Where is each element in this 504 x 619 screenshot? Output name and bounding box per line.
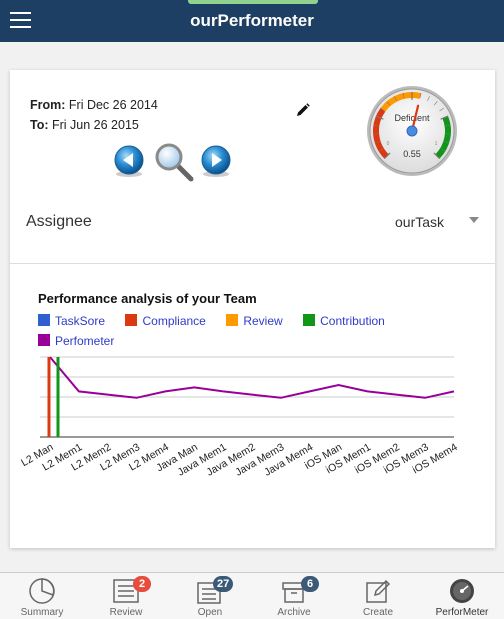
tab-label: Open [197,607,223,618]
tab-label: Summary [20,607,64,618]
tab-review[interactable]: 2 Review [84,573,168,619]
from-date: Fri Dec 26 2014 [68,98,158,112]
legend-item-compliance[interactable]: Compliance [125,314,206,328]
legend-swatch [226,314,239,326]
tab-performeter[interactable]: PerforMeter [420,573,504,619]
pie-chart-icon [29,578,55,604]
gauge-max-label: 1 [435,141,438,147]
tab-archive[interactable]: 6 Archive [252,573,336,619]
review-count-badge: 2 [133,576,151,592]
tab-summary[interactable]: Summary [0,573,84,619]
assignee-select[interactable]: ourTask [395,214,444,230]
open-count-badge: 27 [213,576,234,592]
legend-label: TaskSore [55,314,106,328]
app-header: ourPerformeter [0,0,504,42]
legend-label: Contribution [320,314,385,328]
edit-pencil-icon[interactable] [296,103,310,117]
assignee-label: Assignee [26,213,92,230]
legend-item-review[interactable]: Review [226,314,283,328]
tab-create[interactable]: Create [336,573,420,619]
legend-label: Review [243,314,283,328]
legend-item-tasksore[interactable]: TaskSore [38,314,105,328]
tab-label: Archive [277,607,311,618]
gauge-value: 0.55 [403,149,421,159]
archive-count-badge: 6 [301,576,319,592]
legend-swatch [38,314,50,326]
chart-title: Performance analysis of your Team [38,291,257,306]
to-date: Fri Jun 26 2015 [52,118,139,132]
legend-swatch [303,314,316,326]
gauge-min-label: 0 [387,141,390,147]
previous-period-button[interactable] [111,143,147,179]
card-divider [10,263,495,264]
performance-gauge: Deficient 0 1 0.55 [367,86,457,176]
tab-label: Create [362,607,393,618]
legend-label: Compliance [142,314,206,328]
speedometer-icon [450,579,474,603]
from-label: From: [30,98,66,112]
tab-label: PerforMeter [435,607,489,618]
pencil-square-icon [366,579,391,603]
gauge-label: Deficient [394,113,430,123]
legend-swatch [125,314,138,326]
dashboard-card: From: Fri Dec 26 2014 To: Fri Jun 26 201… [10,70,495,548]
performance-line-chart: L2 ManL2 Mem1L2 Mem2L2 Mem3L2 Mem4Java M… [19,356,460,479]
tab-open[interactable]: 27 Open [168,573,252,619]
app-title: ourPerformeter [190,11,314,30]
tab-label: Review [109,607,143,618]
date-range: From: Fri Dec 26 2014 To: Fri Jun 26 201… [30,95,158,135]
search-magnifier-button[interactable] [152,140,196,184]
header-accent [188,0,318,4]
legend-item-contribution[interactable]: Contribution [303,314,385,328]
to-label: To: [30,118,49,132]
bottom-tab-bar: Summary 2 Review 27 Open 6 Archive Creat… [0,572,504,619]
next-period-button[interactable] [198,143,234,179]
dropdown-caret-icon[interactable] [469,217,479,223]
